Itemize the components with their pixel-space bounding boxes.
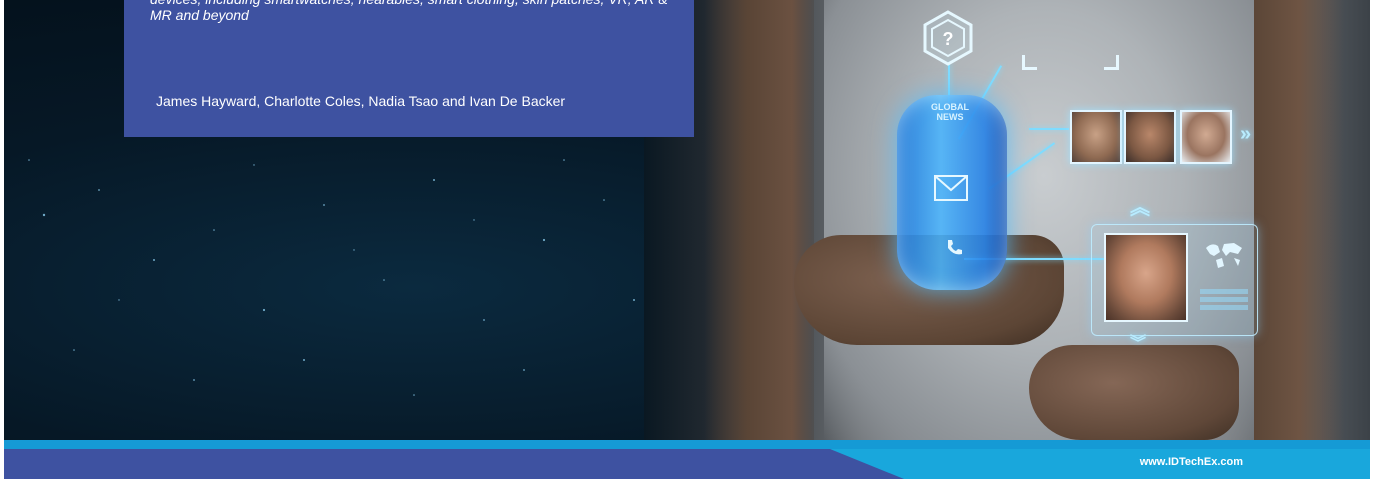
pointing-hand [1029, 345, 1239, 440]
report-subtitle: devices, including smartwatches, hearabl… [150, 0, 668, 23]
frame-corner-tr [1104, 55, 1119, 70]
world-map-icon [1206, 243, 1242, 268]
envelope-icon [934, 175, 968, 201]
footer-accent-strip [4, 440, 1370, 449]
ring-label: GLOBAL NEWS [931, 102, 969, 122]
chevron-up-icon: ︽ [1130, 197, 1150, 219]
contact-face-2 [1124, 110, 1176, 164]
profile-detail-bar-2 [1200, 297, 1248, 302]
hex-glyph: ? [943, 29, 954, 49]
contact-face-1 [1070, 110, 1122, 164]
report-cover: ? GLOBAL NEWS » ︽ ︾ devices, including s… [4, 0, 1370, 479]
website-url: www.IDTechEx.com [1139, 456, 1243, 468]
caller-face [1104, 233, 1188, 322]
right-arm [1254, 0, 1344, 440]
double-chevron-right-icon: » [1240, 123, 1252, 145]
contact-face-3 [1180, 110, 1232, 164]
left-arm [704, 0, 814, 440]
report-authors: James Hayward, Charlotte Coles, Nadia Ts… [156, 93, 566, 109]
footer-band-navy [4, 449, 904, 479]
profile-detail-bar-3 [1200, 305, 1248, 310]
question-hexagon-icon: ? [923, 10, 973, 66]
chevron-down-icon: ︾ [1130, 335, 1147, 352]
phone-icon [948, 240, 962, 255]
hologram-line-faces [1029, 128, 1069, 130]
title-box: devices, including smartwatches, hearabl… [124, 0, 694, 137]
profile-detail-bar-1 [1200, 289, 1248, 294]
frame-corner-tl [1022, 55, 1037, 70]
